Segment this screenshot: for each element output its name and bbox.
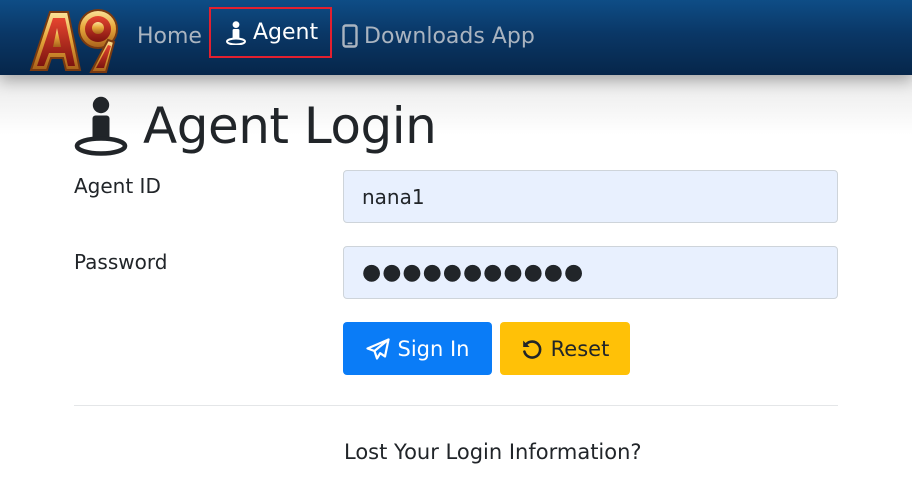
mobile-phone-icon [342, 24, 358, 48]
paper-plane-icon [365, 337, 390, 360]
sign-in-label: Sign In [397, 336, 470, 361]
undo-icon [522, 339, 542, 359]
nav-downloads-app[interactable]: Downloads App [342, 0, 535, 72]
sign-in-button[interactable]: Sign In [343, 322, 492, 375]
reset-button[interactable]: Reset [500, 322, 630, 375]
nav-agent[interactable]: Agent [209, 7, 332, 58]
page-title: Agent Login [73, 90, 437, 162]
agent-id-label: Agent ID [74, 174, 161, 198]
brand-logo[interactable] [28, 2, 120, 76]
password-input[interactable] [343, 246, 838, 299]
reset-label: Reset [550, 336, 610, 361]
nav-downloads-label: Downloads App [364, 23, 535, 49]
navbar: Home Agent Downloads App [0, 0, 912, 75]
person-pin-icon [226, 20, 246, 45]
nav-home-label: Home [137, 23, 202, 49]
person-pin-icon [74, 96, 128, 156]
form-divider [74, 405, 838, 406]
nav-home[interactable]: Home [137, 0, 202, 72]
nav-agent-label: Agent [253, 20, 319, 45]
page-title-text: Agent Login [143, 97, 437, 155]
agent-id-input[interactable] [343, 170, 838, 223]
password-label: Password [74, 250, 168, 274]
lost-login-info-link[interactable]: Lost Your Login Information? [344, 440, 642, 464]
a9-logo-icon [29, 9, 118, 73]
